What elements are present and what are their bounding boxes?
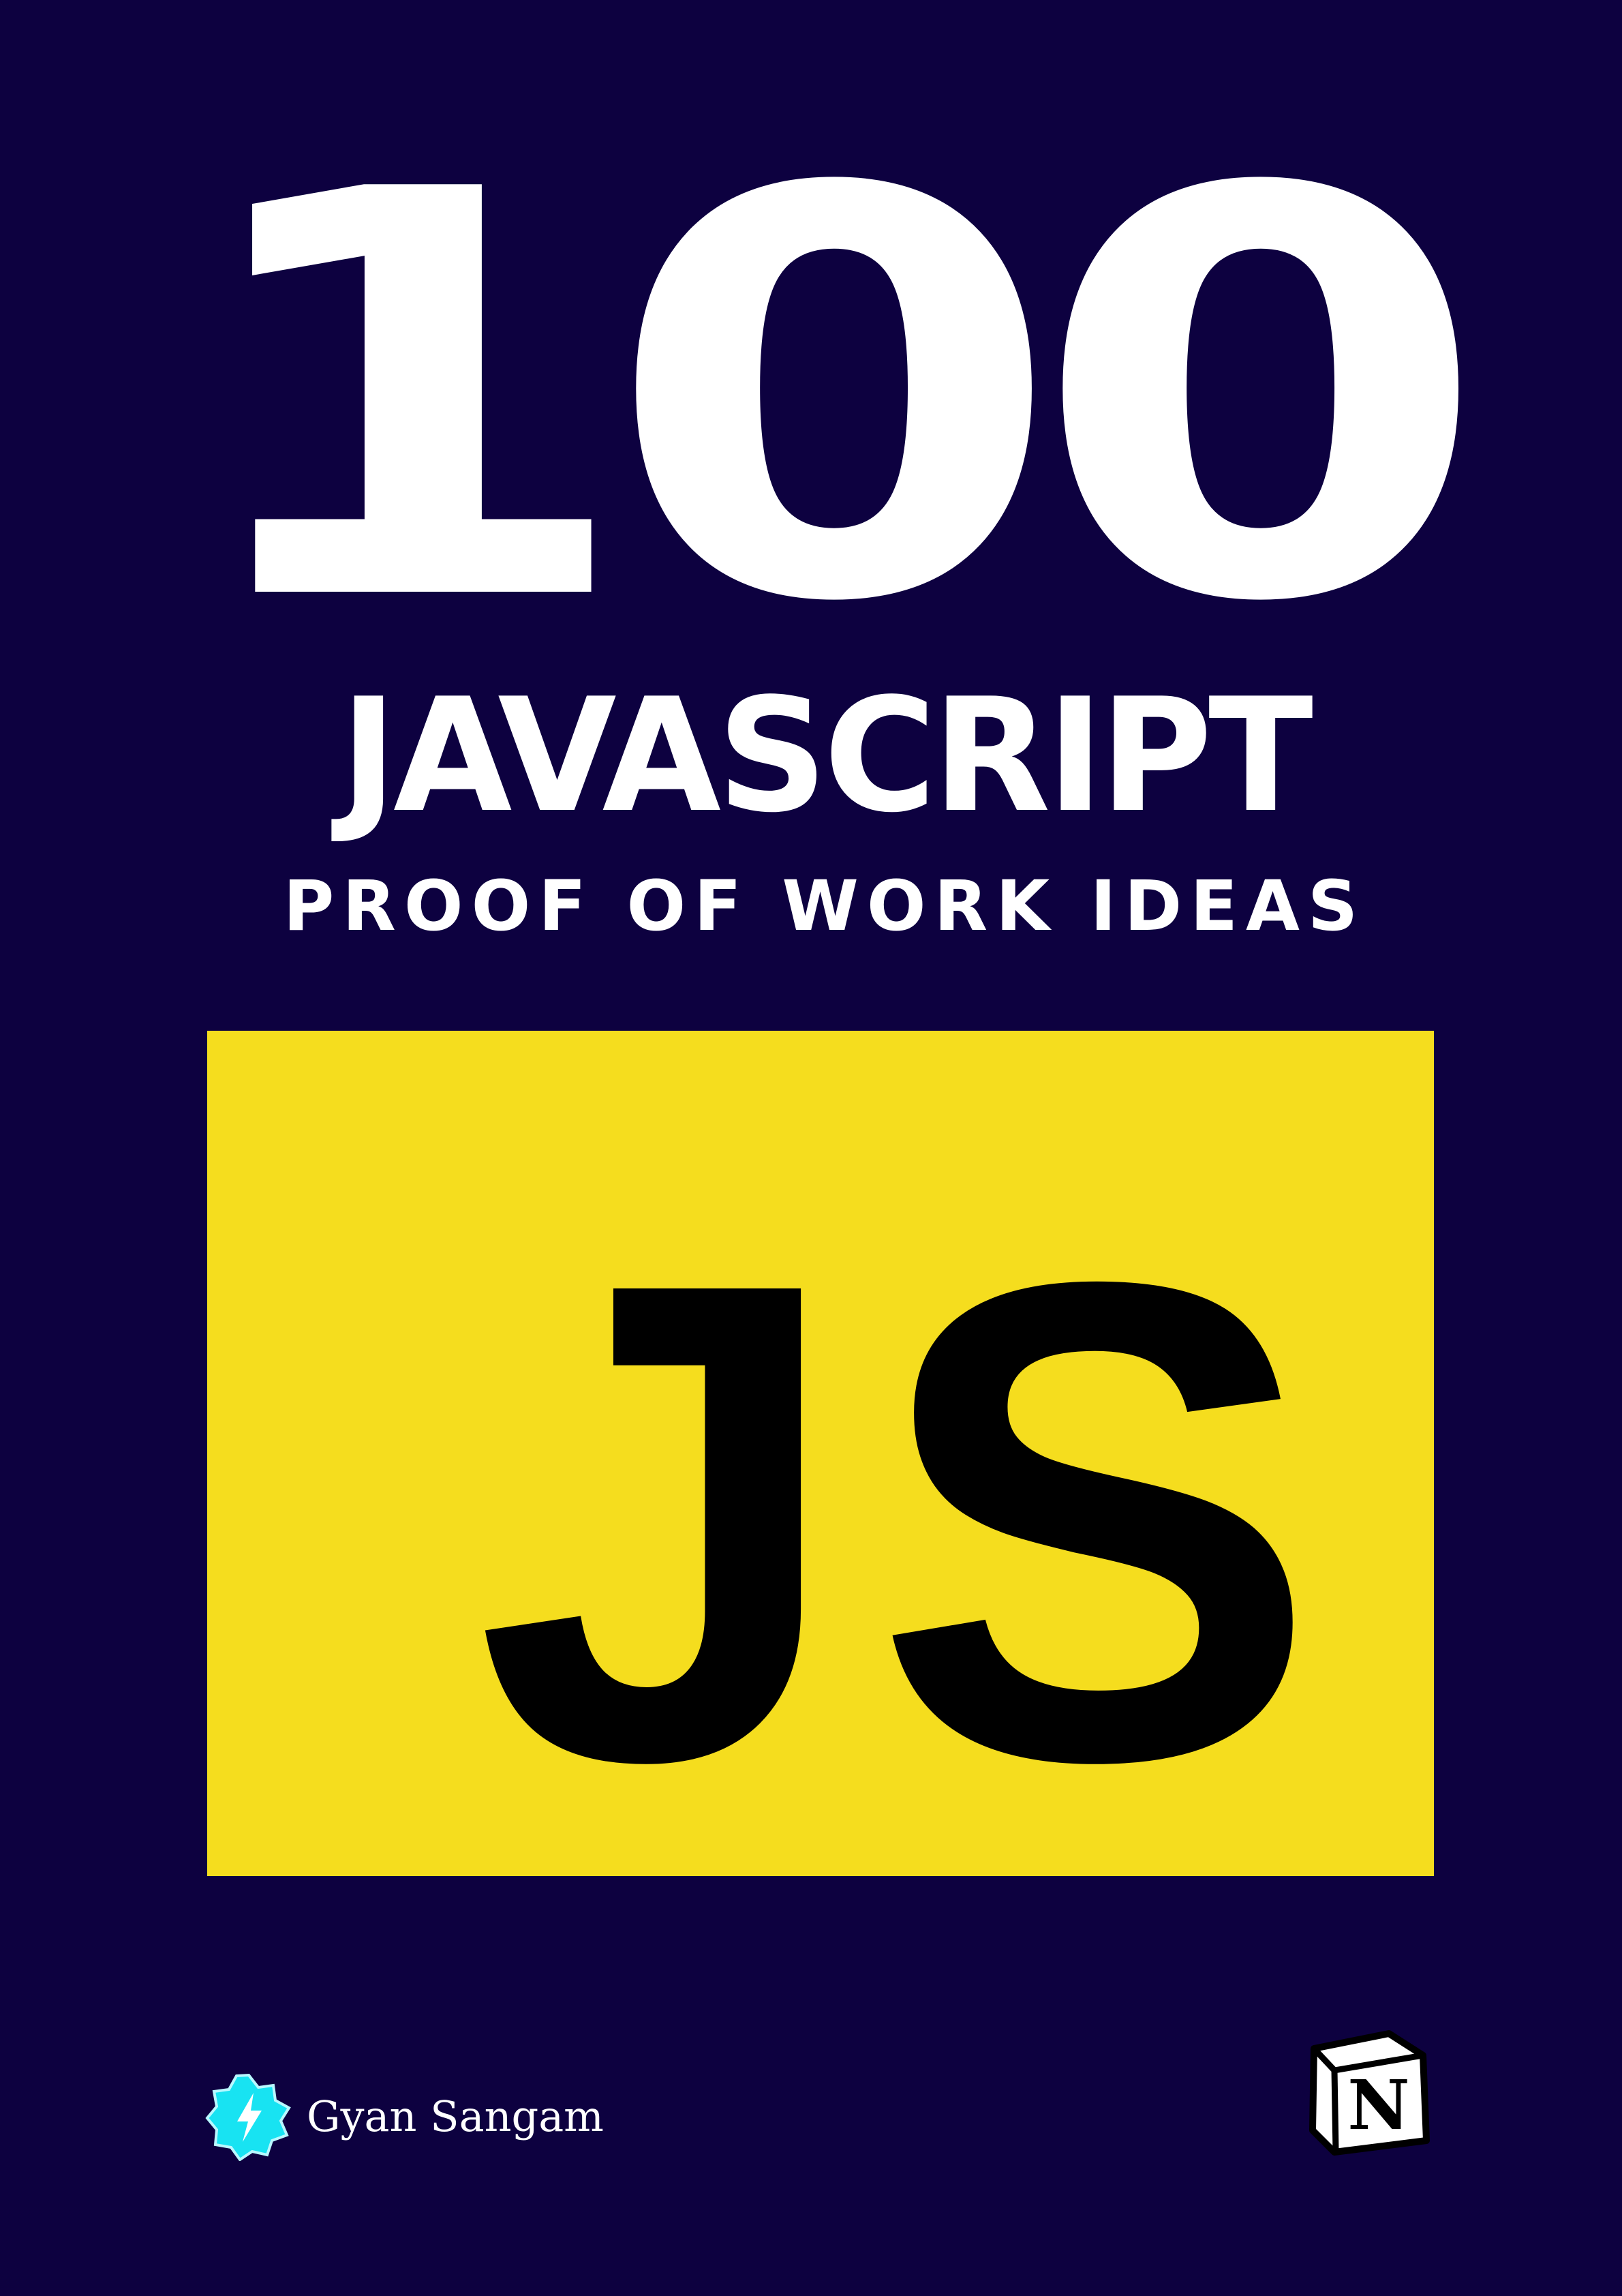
cover-number: 100 <box>177 74 1490 724</box>
publisher-brand: Gyan Sangam <box>204 2072 604 2161</box>
notion-logo-icon: N <box>1309 2030 1430 2156</box>
lightning-badge-icon <box>205 2073 291 2161</box>
publisher-name: Gyan Sangam <box>307 2091 604 2141</box>
cover-subtitle: PROOF OF WORK IDEAS <box>283 866 1366 947</box>
javascript-logo-text: JS <box>474 1141 1345 1902</box>
book-cover: 100 JAVASCRIPT PROOF OF WORK IDEAS JS Gy… <box>0 0 1622 2296</box>
javascript-logo: JS <box>207 1031 1434 1876</box>
notion-letter: N <box>1347 2065 1409 2145</box>
cover-title: JAVASCRIPT <box>340 665 1313 847</box>
